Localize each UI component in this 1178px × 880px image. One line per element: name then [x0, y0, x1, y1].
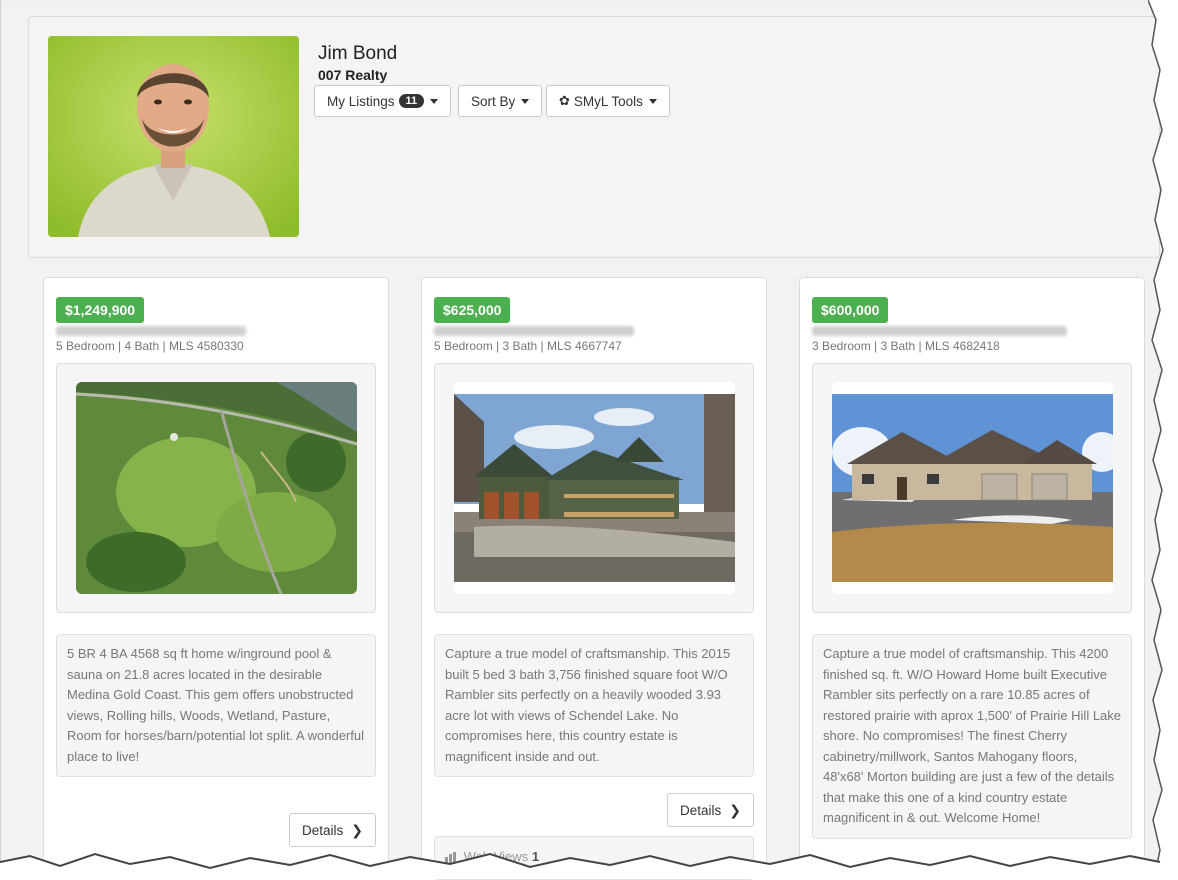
- agent-name: Jim Bond: [318, 43, 398, 64]
- listing-facts: 3 Bedroom | 3 Bath | MLS 4682418: [812, 339, 1000, 353]
- listing-address-redacted: [812, 326, 1067, 336]
- listing-address-redacted: [56, 326, 246, 336]
- listing-card: $625,000 5 Bedroom | 3 Bath | MLS 466774…: [421, 277, 767, 880]
- listing-description: 5 BR 4 BA 4568 sq ft home w/inground poo…: [56, 634, 376, 777]
- torn-edge-right: [1148, 0, 1178, 879]
- listing-address-redacted: [434, 326, 634, 336]
- smyl-tools-label: SMyL Tools: [573, 93, 643, 109]
- chevron-right-icon: ❯: [351, 821, 363, 838]
- caret-down-icon: [430, 98, 439, 104]
- listing-count-badge: 11: [398, 94, 425, 108]
- agent-company: 007 Realty: [318, 67, 388, 83]
- listing-price: $1,249,900: [56, 297, 145, 323]
- listing-photo[interactable]: [454, 382, 735, 594]
- listing-facts: 5 Bedroom | 4 Bath | MLS 4580330: [56, 339, 244, 353]
- details-button[interactable]: Details ❯: [667, 793, 754, 827]
- listing-photo-well: [434, 363, 754, 613]
- chevron-right-icon: ❯: [729, 801, 741, 818]
- caret-down-icon: [648, 98, 657, 104]
- gear-icon: ✿: [559, 93, 570, 108]
- listing-price: $600,000: [812, 297, 889, 323]
- listing-card: $1,249,900 5 Bedroom | 4 Bath | MLS 4580…: [43, 277, 389, 879]
- listing-price: $625,000: [434, 297, 511, 323]
- my-listings-label: My Listings: [327, 93, 395, 109]
- torn-edge-bottom: [0, 852, 1178, 879]
- agent-avatar: [48, 36, 299, 237]
- listing-description: Capture a true model of craftsmanship. T…: [812, 634, 1132, 839]
- details-button[interactable]: Details ❯: [289, 813, 376, 847]
- smyl-tools-button[interactable]: ✿ SMyL Tools: [546, 85, 670, 117]
- listing-photo-well: [812, 363, 1132, 613]
- agent-profile-panel: Jim Bond 007 Realty My Listings 11 Sort …: [28, 16, 1160, 258]
- sort-by-button[interactable]: Sort By: [458, 85, 543, 117]
- listing-facts: 5 Bedroom | 3 Bath | MLS 4667747: [434, 339, 622, 353]
- my-listings-button[interactable]: My Listings 11: [314, 85, 452, 117]
- listing-description: Capture a true model of craftsmanship. T…: [434, 634, 754, 777]
- listing-photo[interactable]: [832, 382, 1113, 594]
- listing-card: $600,000 3 Bedroom | 3 Bath | MLS 468241…: [799, 277, 1145, 879]
- listing-photo[interactable]: [76, 382, 357, 594]
- details-label: Details: [302, 822, 344, 838]
- listing-photo-well: [56, 363, 376, 613]
- sort-by-label: Sort By: [471, 93, 516, 109]
- details-label: Details: [680, 802, 722, 818]
- caret-down-icon: [521, 98, 530, 104]
